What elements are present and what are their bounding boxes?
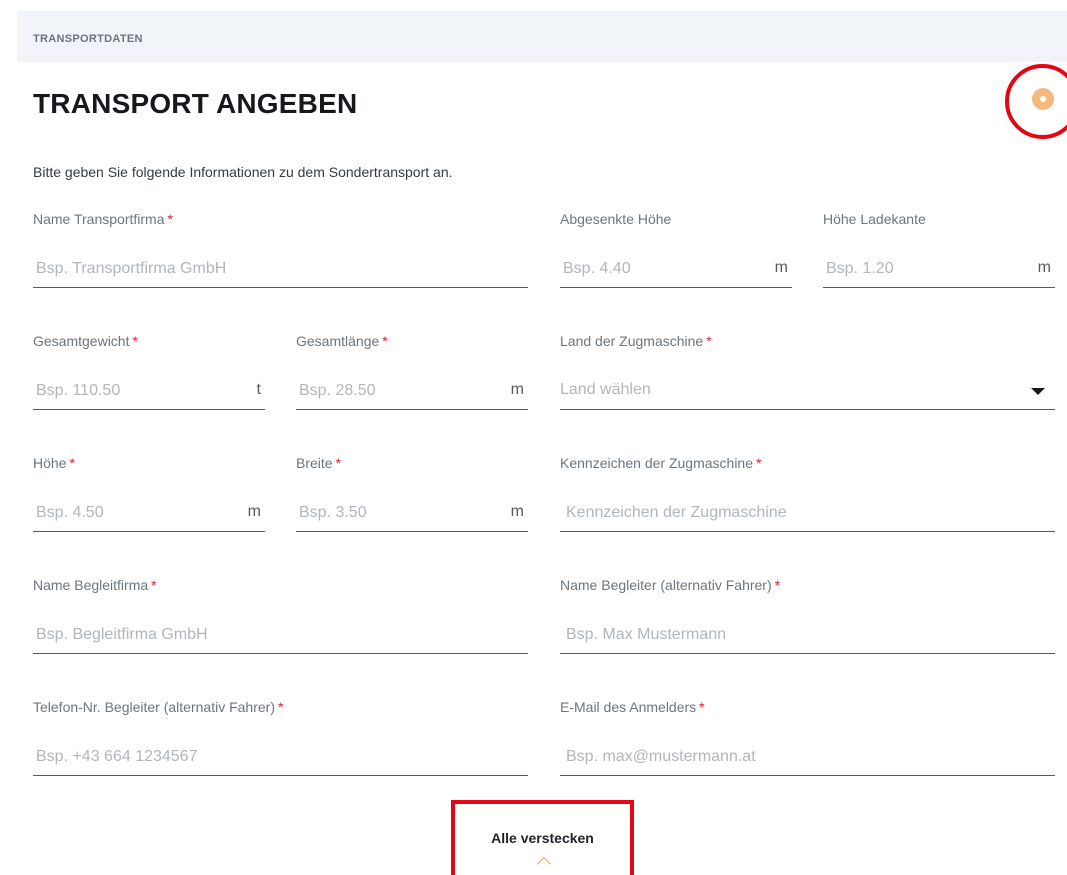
required-marker: *	[699, 699, 705, 715]
required-marker: *	[382, 333, 388, 349]
transportfirma-input[interactable]	[36, 254, 491, 284]
gesamtlaenge-input-wrapper: m	[296, 376, 528, 410]
breite-input-wrapper: m	[296, 498, 528, 532]
begleitfirma-input-wrapper	[33, 620, 528, 654]
field-abgesenkte-hoehe: Abgesenkte Höhe m	[560, 211, 792, 302]
required-marker: *	[756, 455, 762, 471]
land-zugmaschine-select[interactable]: Land wählen	[560, 376, 1055, 410]
hoehe-ladekante-input[interactable]	[826, 254, 1018, 284]
gesamtgewicht-input[interactable]	[36, 376, 228, 406]
required-marker: *	[774, 577, 781, 593]
page-title: TRANSPORT ANGEBEN	[33, 88, 358, 119]
abgesenkte-hoehe-input-wrapper: m	[560, 254, 792, 288]
field-land-zugmaschine: Land der Zugmaschine * Land wählen	[560, 333, 1055, 424]
unit-label: m	[510, 503, 524, 520]
kennzeichen-input-wrapper	[560, 498, 1055, 532]
required-marker: *	[278, 699, 284, 715]
field-breite: Breite* m	[296, 455, 528, 546]
field-begleitfirma: Name Begleitfirma *	[33, 577, 528, 668]
field-label: Gesamtgewicht *	[33, 333, 138, 349]
unit-label: m	[510, 381, 524, 398]
hide-all-label: Alle verstecken	[491, 830, 594, 846]
required-marker: *	[151, 577, 157, 593]
field-label: Höhe *	[33, 455, 75, 471]
required-marker: *	[706, 333, 712, 349]
field-label: Land der Zugmaschine *	[560, 333, 712, 349]
field-gesamtlaenge: Gesamtlänge* m	[296, 333, 528, 424]
required-marker: *	[132, 333, 138, 349]
field-hoehe-ladekante: Höhe Ladekante m	[823, 211, 1055, 302]
field-begleiter-name: Name Begleiter (alternativ Fahrer) *	[560, 577, 1055, 668]
begleitfirma-input[interactable]	[36, 620, 491, 650]
field-label: Telefon-Nr. Begleiter (alternativ Fahrer…	[33, 699, 284, 715]
required-marker: *	[69, 455, 75, 471]
unit-label: m	[247, 503, 261, 520]
field-kennzeichen: Kennzeichen der Zugmaschine *	[560, 455, 1055, 546]
field-hoehe: Höhe* m	[33, 455, 265, 546]
field-label: E-Mail des Anmelders *	[560, 699, 705, 715]
gesamtlaenge-input[interactable]	[299, 376, 491, 406]
hoehe-input[interactable]	[36, 498, 228, 528]
field-gesamtgewicht: Gesamtgewicht* t	[33, 333, 265, 424]
unit-label: t	[256, 381, 261, 398]
field-label: Breite *	[296, 455, 342, 471]
begleiter-name-input[interactable]	[566, 620, 1021, 650]
unit-label: m	[1037, 259, 1051, 276]
select-value: Land wählen	[560, 381, 651, 398]
field-label: Abgesenkte Höhe	[560, 211, 672, 227]
field-label: Name Begleiter (alternativ Fahrer) *	[560, 577, 781, 593]
hide-all-toggle[interactable]: Alle verstecken	[451, 800, 634, 875]
intro-text: Bitte geben Sie folgende Informationen z…	[33, 164, 453, 180]
begleiter-name-input-wrapper	[560, 620, 1055, 654]
kennzeichen-input[interactable]	[566, 498, 1021, 528]
field-label: Kennzeichen der Zugmaschine *	[560, 455, 762, 471]
hoehe-ladekante-input-wrapper: m	[823, 254, 1055, 288]
caret-down-icon	[1031, 388, 1045, 395]
gesamtgewicht-input-wrapper: t	[33, 376, 265, 410]
field-label: Gesamtlänge *	[296, 333, 388, 349]
email-anmelder-input-wrapper	[560, 742, 1055, 776]
section-label: TRANSPORTDATEN	[33, 33, 143, 45]
field-label: Name Begleitfirma *	[33, 577, 157, 593]
abgesenkte-hoehe-input[interactable]	[563, 254, 755, 284]
field-label: Höhe Ladekante	[823, 211, 926, 227]
field-begleiter-telefon: Telefon-Nr. Begleiter (alternativ Fahrer…	[33, 699, 528, 790]
chevron-up-icon	[536, 856, 552, 872]
hoehe-input-wrapper: m	[33, 498, 265, 532]
email-anmelder-input[interactable]	[566, 742, 1021, 772]
field-transportfirma: Name Transportfirma *	[33, 211, 528, 302]
begleiter-telefon-input-wrapper	[33, 742, 528, 776]
field-email-anmelder: E-Mail des Anmelders *	[560, 699, 1055, 790]
transportfirma-input-wrapper	[33, 254, 528, 288]
breite-input[interactable]	[299, 498, 491, 528]
field-label: Name Transportfirma *	[33, 211, 173, 227]
required-marker: *	[335, 455, 342, 471]
unit-label: m	[774, 259, 788, 276]
begleiter-telefon-input[interactable]	[36, 742, 491, 772]
required-marker: *	[167, 211, 173, 227]
